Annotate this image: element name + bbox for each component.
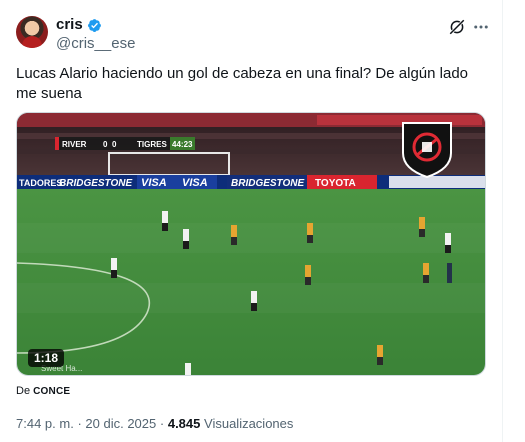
score-away-team: TIGRES [137, 140, 167, 149]
ad-board-2: BRIDGESTONE [59, 178, 132, 189]
verified-badge-icon [87, 18, 101, 32]
author-handle[interactable]: @cris__ese [56, 35, 135, 53]
video-player[interactable]: TADORES BRIDGESTONE VISA VISA BRIDGESTON… [16, 112, 486, 376]
video-frame: TADORES BRIDGESTONE VISA VISA BRIDGESTON… [17, 113, 485, 375]
scoreboard: RIVER 0 0 TIGRES 44:23 [55, 137, 195, 150]
video-duration: 1:18 [28, 349, 65, 367]
source-attribution[interactable]: De CONCE [16, 384, 70, 399]
tweet-meta: 7:44 p. m. · 20 dic. 2025 · 4.845 Visual… [16, 416, 293, 432]
grok-icon[interactable] [448, 18, 466, 36]
display-name[interactable]: cris [56, 16, 83, 34]
ad-board-6: TOYOTA [315, 178, 356, 189]
views-label: Visualizaciones [204, 416, 294, 431]
meta-separator: · [159, 416, 165, 431]
match-clock: 44:23 [172, 140, 193, 149]
ad-board-1: TADORES [19, 178, 62, 188]
source-prefix: De [16, 385, 31, 397]
score-home-goals: 0 [103, 140, 108, 149]
avatar[interactable] [16, 16, 48, 48]
tweet-text: Lucas Alario haciendo un gol de cabeza e… [16, 65, 469, 102]
score-home-team: RIVER [62, 140, 87, 149]
tweet-time[interactable]: 7:44 p. m. [16, 416, 74, 431]
tweet-date[interactable]: 20 dic. 2025 [85, 416, 156, 431]
score-away-goals: 0 [112, 140, 117, 149]
author-name-row: cris [56, 16, 102, 34]
more-horizontal-icon[interactable] [472, 18, 490, 36]
views-count: 4.845 [167, 416, 201, 431]
ad-board-4: VISA [182, 177, 208, 189]
meta-separator: · [77, 416, 82, 431]
channel-logo-icon [402, 122, 452, 179]
ad-board-3: VISA [141, 177, 167, 189]
source-name[interactable]: CONCE [33, 386, 70, 397]
ad-board-5: BRIDGESTONE [231, 178, 304, 189]
tweet-card[interactable]: cris @cris__ese Lucas Alario haciendo un… [0, 0, 503, 442]
